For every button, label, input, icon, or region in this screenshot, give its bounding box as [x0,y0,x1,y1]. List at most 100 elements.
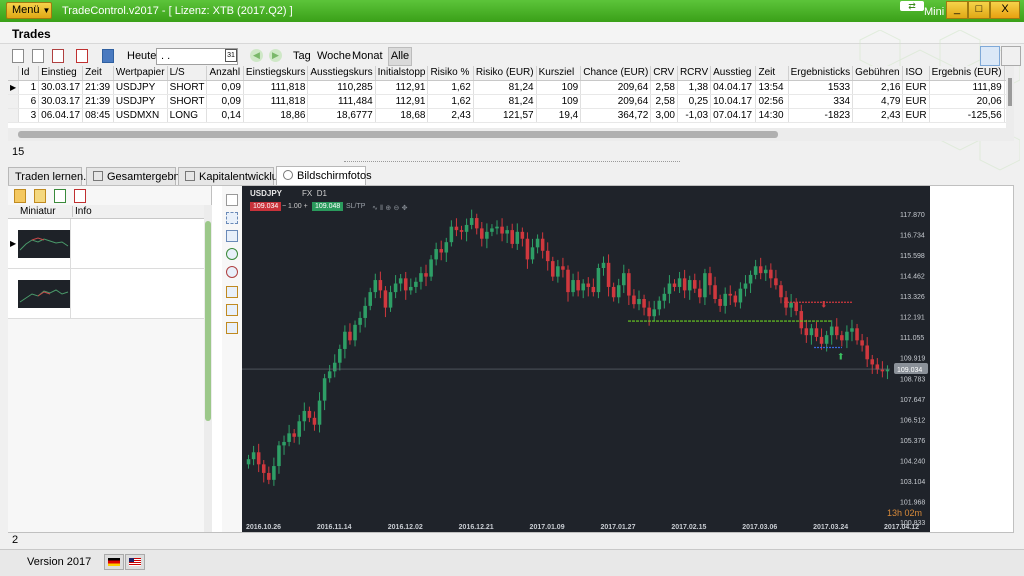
filter-month[interactable]: Monat [352,50,383,62]
table-cell[interactable]: 30.03.17 [38,80,84,95]
table-cell[interactable]: 2,58 [650,94,678,109]
table-cell[interactable]: 110,285 [307,80,376,95]
delete-screenshot-icon[interactable] [74,189,86,203]
grid-vertical-scroll-thumb[interactable] [1008,78,1012,106]
table-cell[interactable]: 209,64 [580,94,652,109]
next-period-icon[interactable]: ▶ [269,49,282,62]
column-header[interactable]: Ergebnis (EUR) [929,66,1005,81]
crop-icon[interactable] [226,230,238,242]
row-indicator[interactable] [8,94,20,109]
table-cell[interactable]: EUR [902,94,930,109]
table-cell[interactable]: 08:45 [82,108,114,123]
close-button[interactable]: X [990,1,1020,19]
screenshot-list-scroll-thumb[interactable] [205,221,211,421]
grid-vertical-scrollbar[interactable] [1006,66,1014,128]
table-cell[interactable]: 19,4 [536,108,582,123]
tab-bildschirmfotos[interactable]: Bildschirmfotos [276,166,372,185]
mini-mode-label[interactable]: Mini [924,6,944,18]
table-cell[interactable]: LONG [167,108,208,123]
table-cell[interactable]: 2,43 [852,108,904,123]
tab-gesamtergebnis[interactable]: Gesamtergebnis [86,167,188,185]
table-cell[interactable]: 1 [18,80,40,95]
fit-height-icon[interactable] [226,304,238,316]
row-indicator[interactable] [8,108,20,123]
table-cell[interactable]: 4,79 [852,94,904,109]
table-cell[interactable]: 18,6777 [307,108,376,123]
column-header[interactable]: Chance (EUR) [580,66,652,81]
table-cell[interactable]: 111,484 [307,94,376,109]
table-cell[interactable]: 109 [536,94,582,109]
column-header[interactable]: Risiko (EUR) [473,66,537,81]
column-header[interactable]: Gebühren [852,66,904,81]
table-cell[interactable]: 0,09 [206,94,244,109]
table-row[interactable]: 6 30.03.17 21:39 USDJPY SHORT 0,09 111,818 111,… [8,94,1014,109]
table-cell[interactable]: 111,89 [929,80,1005,95]
column-header[interactable]: CRV [650,66,678,81]
table-cell[interactable]: SHORT [167,94,208,109]
language-en-button[interactable] [125,554,145,570]
table-row[interactable]: ▶ 1 30.03.17 21:39 USDJPY SHORT 0,09 111,818 110… [8,80,1014,95]
filter-day[interactable]: Tag [293,50,311,62]
column-header[interactable]: Einstiegskurs [243,66,309,81]
column-header[interactable]: Risiko % [427,66,474,81]
table-cell[interactable]: 209,64 [580,80,652,95]
column-header[interactable]: Wertpapier [113,66,168,81]
table-cell[interactable]: 1,62 [427,80,474,95]
calendar-icon[interactable]: 31 [225,49,237,62]
table-row[interactable]: 3 06.04.17 08:45 USDMXN LONG 0,14 18,86 18,6777… [8,108,1014,123]
minimize-button[interactable]: _ [946,1,968,19]
copy-trade-icon[interactable] [32,49,44,63]
table-cell[interactable]: 07.04.17 [710,108,757,123]
table-cell[interactable]: 21:39 [82,80,114,95]
table-cell[interactable]: 06.04.17 [38,108,84,123]
open-folder-icon[interactable] [34,189,46,203]
table-cell[interactable]: 3,00 [650,108,678,123]
maximize-button[interactable]: □ [968,1,990,19]
table-cell[interactable]: 81,24 [473,80,537,95]
table-cell[interactable]: 112,91 [375,94,429,109]
column-header[interactable]: RCRV [677,66,712,81]
table-cell[interactable]: 30.03.17 [38,94,84,109]
select-icon[interactable] [226,212,238,224]
screenshot-row[interactable] [8,269,204,319]
column-header[interactable]: Zeit [82,66,114,81]
table-cell[interactable]: SHORT [167,80,208,95]
column-header[interactable]: ISO [902,66,930,81]
table-cell[interactable]: 0,09 [206,80,244,95]
tab-traden-lernen[interactable]: Traden lernen... [8,167,92,185]
prev-period-icon[interactable]: ◀ [250,49,263,62]
column-header[interactable]: Einstieg [38,66,84,81]
zoom-in-icon[interactable] [226,248,238,260]
language-de-button[interactable] [104,554,124,570]
table-cell[interactable]: 3 [18,108,40,123]
pointer-icon[interactable] [226,194,238,206]
table-cell[interactable]: 2,43 [427,108,474,123]
column-header[interactable]: Initialstopp [375,66,429,81]
tab-kapitalentwicklung[interactable]: Kapitalentwicklung [178,167,290,185]
screenshot-thumbnail[interactable] [18,280,70,308]
table-cell[interactable]: EUR [902,108,930,123]
table-cell[interactable]: USDJPY [113,94,168,109]
table-cell[interactable]: 18,68 [375,108,429,123]
table-cell[interactable]: -1823 [788,108,854,123]
table-cell[interactable]: 04.04.17 [710,80,757,95]
table-cell[interactable]: 6 [18,94,40,109]
menu-button[interactable]: Menü ▼ [6,2,52,19]
export-icon[interactable] [54,189,66,203]
column-header[interactable]: Anzahl [206,66,244,81]
table-cell[interactable]: 0,25 [677,94,712,109]
row-indicator[interactable]: ▶ [8,80,20,95]
column-header[interactable]: Id [18,66,40,81]
grid-horizontal-scrollbar[interactable] [8,128,1014,141]
column-header[interactable]: Kursziel [536,66,582,81]
table-cell[interactable]: 111,818 [243,80,309,95]
table-cell[interactable]: 112,91 [375,80,429,95]
screenshot-row[interactable]: ▶ [8,219,204,269]
grid-horizontal-scroll-thumb[interactable] [18,131,778,138]
screenshot-list-scrollbar[interactable] [204,205,212,532]
table-cell[interactable]: -1,03 [677,108,712,123]
table-cell[interactable]: USDJPY [113,80,168,95]
pane-splitter[interactable] [344,161,680,164]
mini-mode-icon[interactable]: ⇄ [900,1,924,11]
filter-all-button[interactable]: Alle [388,47,412,66]
